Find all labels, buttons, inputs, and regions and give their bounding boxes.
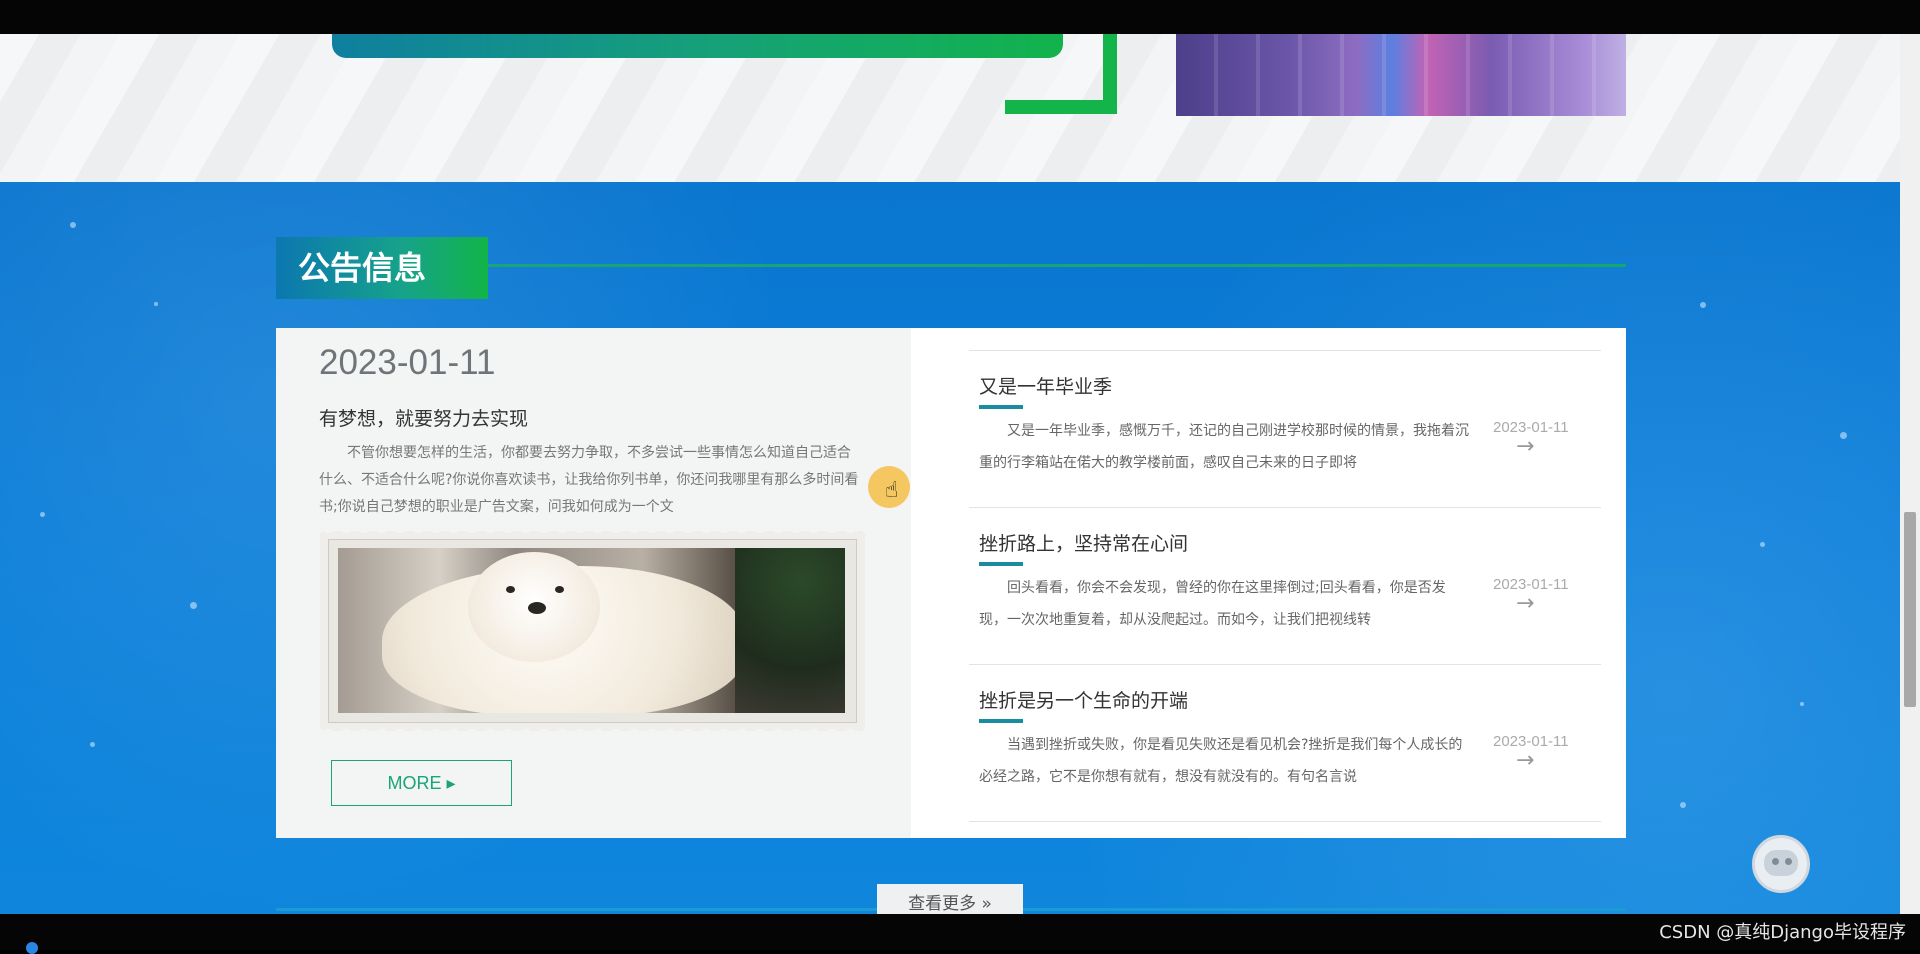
previous-section-photo: [1176, 34, 1626, 116]
top-black-bar: [0, 0, 1920, 34]
background-dot: [90, 742, 95, 747]
background-dot: [40, 512, 45, 517]
background-dot: [1800, 702, 1804, 706]
news-title-underline: [979, 405, 1023, 409]
news-title[interactable]: 挫折是另一个生命的开端: [979, 686, 1188, 713]
arrow-right-icon[interactable]: →: [1516, 591, 1534, 616]
robot-eye-icon: [1785, 858, 1792, 865]
previous-section: [0, 34, 1900, 182]
arrow-right-icon[interactable]: →: [1516, 748, 1534, 773]
background-dot: [1840, 432, 1847, 439]
decorative-frame: [1005, 34, 1117, 114]
news-excerpt: 当遇到挫折或失败，你是看见失败还是看见机会?挫折是我们每个人成长的必经之路，它不…: [979, 737, 1463, 785]
news-title-underline: [979, 719, 1023, 723]
title-divider: [488, 264, 1626, 267]
news-list: 又是一年毕业季 又是一年毕业季，感慨万千，还记的自己刚进学校那时候的情景，我拖着…: [969, 350, 1601, 822]
featured-image[interactable]: [338, 548, 845, 713]
news-item[interactable]: 又是一年毕业季 又是一年毕业季，感慨万千，还记的自己刚进学校那时候的情景，我拖着…: [969, 350, 1601, 507]
dog-nose: [528, 602, 546, 614]
news-title-underline: [979, 562, 1023, 566]
background-dot: [154, 302, 158, 306]
dog-eye: [506, 586, 515, 593]
scrollbar-thumb[interactable]: [1904, 512, 1916, 707]
robot-face-icon: [1764, 850, 1798, 876]
background-dot: [1760, 542, 1765, 547]
news-title[interactable]: 挫折路上，坚持常在心间: [979, 529, 1188, 556]
news-item[interactable]: 挫折是另一个生命的开端 当遇到挫折或失败，你是看见失败还是看见机会?挫折是我们每…: [969, 664, 1601, 821]
background-dot: [1680, 802, 1686, 808]
news-title[interactable]: 又是一年毕业季: [979, 372, 1112, 399]
chat-robot-button[interactable]: [1752, 835, 1810, 893]
view-more-button[interactable]: 查看更多 »: [877, 884, 1023, 918]
background-dot: [190, 602, 197, 609]
hand-cursor-icon: ☝: [885, 478, 899, 503]
featured-card: 2023-01-11 有梦想，就要努力去实现 不管你想要怎样的生活，你都要去努力…: [276, 328, 911, 838]
previous-section-banner: [332, 34, 1063, 58]
featured-title[interactable]: 有梦想，就要努力去实现: [319, 404, 528, 431]
more-button[interactable]: MORE ▸: [331, 760, 512, 806]
news-item[interactable]: 挫折路上，坚持常在心间 回头看看，你会不会发现，曾经的你在这里摔倒过;回头看看，…: [969, 507, 1601, 664]
featured-excerpt: 不管你想要怎样的生活，你都要去努力争取，不多尝试一些事情怎么知道自己适合什么、不…: [319, 445, 859, 515]
status-dot: [26, 942, 38, 954]
section-title: 公告信息: [276, 237, 488, 299]
watermark-text: CSDN @真纯Django毕设程序: [1659, 922, 1906, 943]
photo-background-plants: [735, 548, 845, 713]
bottom-black-bar: [0, 914, 1920, 950]
featured-image-frame: [320, 527, 865, 735]
arrow-right-icon[interactable]: →: [1516, 434, 1534, 459]
news-excerpt: 又是一年毕业季，感慨万千，还记的自己刚进学校那时候的情景，我拖着沉重的行李箱站在…: [979, 423, 1469, 471]
background-dot: [1700, 302, 1706, 308]
announcement-panel: 2023-01-11 有梦想，就要努力去实现 不管你想要怎样的生活，你都要去努力…: [276, 328, 1626, 838]
vertical-scrollbar[interactable]: [1900, 34, 1920, 914]
featured-date: 2023-01-11: [319, 343, 496, 382]
news-excerpt: 回头看看，你会不会发现，曾经的你在这里摔倒过;回头看看，你是否发现，一次次地重复…: [979, 580, 1446, 628]
robot-eye-icon: [1772, 858, 1779, 865]
list-bottom-divider: [969, 821, 1601, 822]
background-dot: [70, 222, 76, 228]
dog-eye: [555, 586, 564, 593]
